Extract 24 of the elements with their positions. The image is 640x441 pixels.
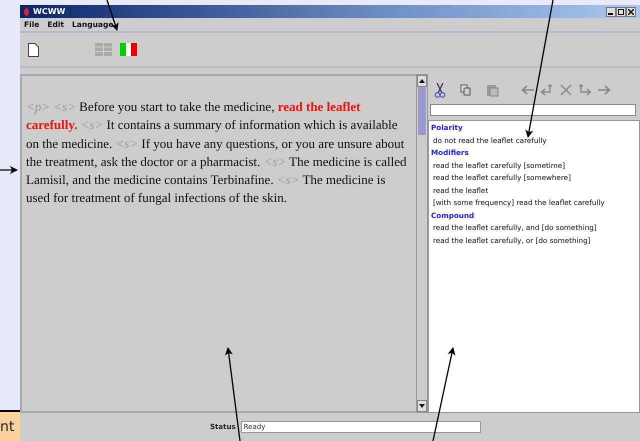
minimize-button[interactable] <box>606 6 616 16</box>
side-tab-text: nt <box>0 410 20 441</box>
window-title: WCWW <box>33 6 66 18</box>
insert-left-icon[interactable] <box>540 84 554 96</box>
annotation-arrow <box>0 166 18 174</box>
new-document-icon[interactable] <box>28 42 39 56</box>
scroll-up-icon[interactable] <box>419 79 425 83</box>
delete-icon[interactable] <box>560 84 572 96</box>
paste-icon[interactable] <box>486 84 499 96</box>
close-button[interactable] <box>626 6 636 16</box>
cut-icon[interactable] <box>434 82 446 98</box>
flag-icon[interactable] <box>120 43 137 56</box>
insert-right-icon[interactable] <box>578 84 592 96</box>
left-arrow-icon[interactable] <box>521 85 534 95</box>
maximize-icon <box>618 8 624 15</box>
scrollbar[interactable] <box>416 74 428 413</box>
maximize-button[interactable] <box>616 6 626 16</box>
right-arrow-icon[interactable] <box>598 85 611 95</box>
app-icon <box>23 7 30 16</box>
scroll-down-icon[interactable] <box>419 404 425 408</box>
close-icon <box>628 8 634 15</box>
scrollbar-thumb[interactable] <box>418 87 426 135</box>
copy-icon[interactable] <box>460 84 472 96</box>
search-field[interactable] <box>430 104 636 116</box>
